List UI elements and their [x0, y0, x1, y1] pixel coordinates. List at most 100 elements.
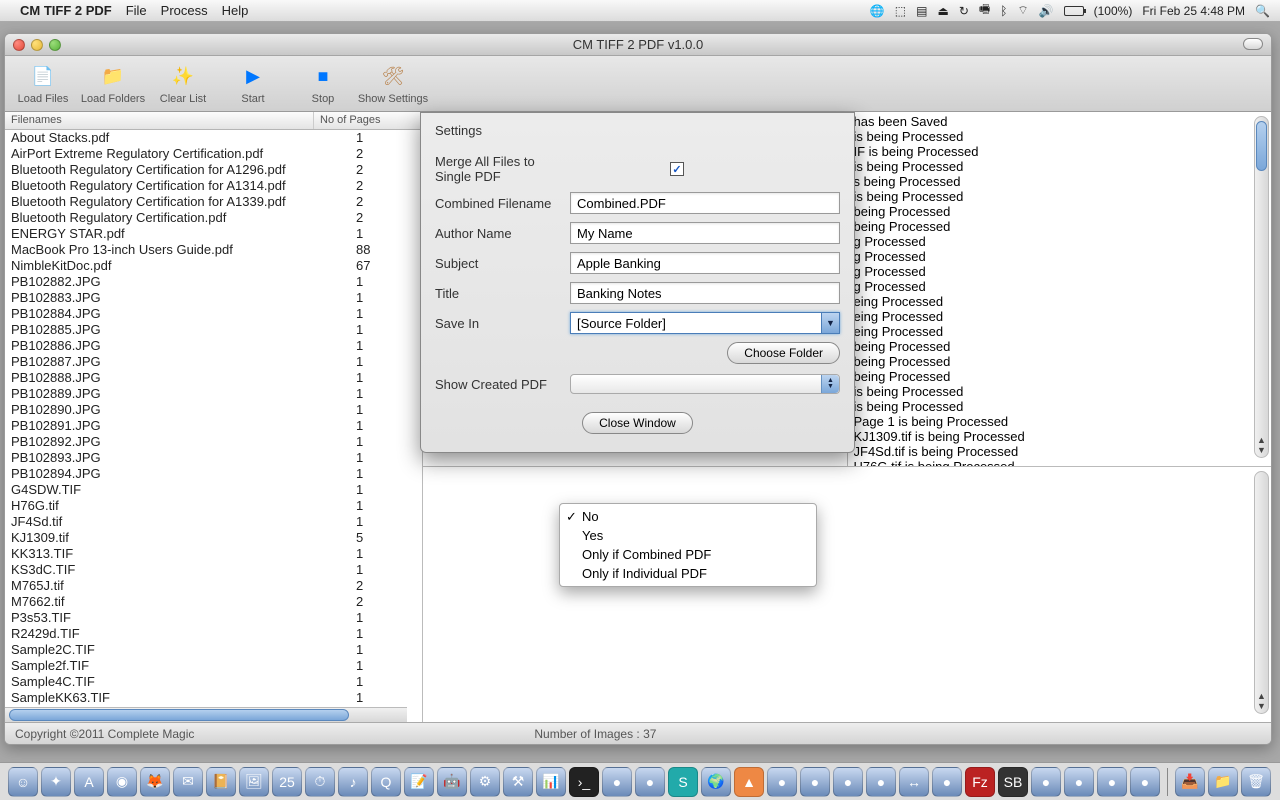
menu-help[interactable]: Help: [222, 3, 249, 18]
dock-dashboard[interactable]: ◉: [107, 767, 137, 797]
volume-icon[interactable]: 🔊: [1039, 4, 1054, 18]
table-row[interactable]: Sample4C.TIF1: [5, 674, 422, 690]
menu-option[interactable]: No: [560, 507, 816, 526]
clear-list-button[interactable]: ✨ Clear List: [151, 60, 215, 105]
dock-mail[interactable]: ✉: [173, 767, 203, 797]
list-item[interactable]: JF4Sd.tif is being Processed: [854, 444, 1254, 459]
dock-quicktime[interactable]: Q: [371, 767, 401, 797]
list-item[interactable]: being Processed: [854, 219, 1254, 234]
list-item[interactable]: eing Processed: [854, 324, 1254, 339]
list-item[interactable]: Page 1 is being Processed: [854, 414, 1254, 429]
table-row[interactable]: G4SDW.TIF1: [5, 482, 422, 498]
list-item[interactable]: g Processed: [854, 249, 1254, 264]
bluetooth-icon[interactable]: ᛒ: [1000, 4, 1007, 18]
menu-option[interactable]: Only if Combined PDF: [560, 545, 816, 564]
table-row[interactable]: SampleKK63.TIF1: [5, 690, 422, 706]
table-row[interactable]: KJ1309.tif5: [5, 530, 422, 546]
dock-preview[interactable]: 🖼: [239, 767, 269, 797]
dock-app2[interactable]: ●: [635, 767, 665, 797]
table-row[interactable]: Bluetooth Regulatory Certification for A…: [5, 162, 422, 178]
table-row[interactable]: PB102882.JPG1: [5, 274, 422, 290]
start-button[interactable]: ▶ Start: [221, 60, 285, 105]
table-row[interactable]: Sample2f.TIF1: [5, 658, 422, 674]
list-item[interactable]: is being Processed: [854, 129, 1254, 144]
list-item[interactable]: eing Processed: [854, 309, 1254, 324]
table-row[interactable]: P3s53.TIF1: [5, 610, 422, 626]
log-list[interactable]: has been Savedis being ProcessedIF is be…: [848, 112, 1272, 466]
preview-scrollbar[interactable]: ▲▼: [1254, 471, 1269, 714]
table-row[interactable]: Bluetooth Regulatory Certification for A…: [5, 178, 422, 194]
titlebar[interactable]: CM TIFF 2 PDF v1.0.0: [5, 34, 1271, 56]
dock-automator[interactable]: 🤖: [437, 767, 467, 797]
show-settings-button[interactable]: 🛠 Show Settings: [361, 60, 425, 105]
list-item[interactable]: is being Processed: [854, 189, 1254, 204]
table-row[interactable]: PB102889.JPG1: [5, 386, 422, 402]
dock-app1[interactable]: ●: [602, 767, 632, 797]
dock-vlc[interactable]: ▲: [734, 767, 764, 797]
table-row[interactable]: AirPort Extreme Regulatory Certification…: [5, 146, 422, 162]
table-row[interactable]: H76G.tif1: [5, 498, 422, 514]
display-icon[interactable]: ▤: [916, 4, 927, 18]
list-item[interactable]: is being Processed: [854, 399, 1254, 414]
dock-ical[interactable]: 25: [272, 767, 302, 797]
dock-downloads[interactable]: 📥: [1175, 767, 1205, 797]
stop-button[interactable]: ■ Stop: [291, 60, 355, 105]
dock-addressbook[interactable]: 📔: [206, 767, 236, 797]
table-row[interactable]: M765J.tif2: [5, 578, 422, 594]
table-row[interactable]: PB102883.JPG1: [5, 290, 422, 306]
list-item[interactable]: H76G.tif is being Processed: [854, 459, 1254, 466]
dock-filezilla[interactable]: Fz: [965, 767, 995, 797]
table-row[interactable]: Bluetooth Regulatory Certification for A…: [5, 194, 422, 210]
table-row[interactable]: PB102888.JPG1: [5, 370, 422, 386]
menu-option[interactable]: Yes: [560, 526, 816, 545]
table-row[interactable]: KS3dC.TIF1: [5, 562, 422, 578]
list-item[interactable]: g Processed: [854, 279, 1254, 294]
file-list-headers[interactable]: Filenames No of Pages: [5, 112, 422, 130]
list-item[interactable]: g Processed: [854, 264, 1254, 279]
menu-option[interactable]: Only if Individual PDF: [560, 564, 816, 583]
spotlight-icon[interactable]: 🔍: [1255, 4, 1270, 18]
app-menu-name[interactable]: CM TIFF 2 PDF: [20, 3, 112, 18]
dock-teamviewer[interactable]: ↔: [899, 767, 929, 797]
table-row[interactable]: PB102887.JPG1: [5, 354, 422, 370]
table-row[interactable]: M7662.tif2: [5, 594, 422, 610]
table-row[interactable]: KK313.TIF1: [5, 546, 422, 562]
author-field[interactable]: [570, 222, 840, 244]
dock-app4[interactable]: ●: [800, 767, 830, 797]
battery-icon[interactable]: [1064, 6, 1084, 16]
list-item[interactable]: IF is being Processed: [854, 144, 1254, 159]
table-row[interactable]: ENERGY STAR.pdf1: [5, 226, 422, 242]
dock-itunes[interactable]: ♪: [338, 767, 368, 797]
dock-safari[interactable]: ✦: [41, 767, 71, 797]
dock-terminal[interactable]: ›_: [569, 767, 599, 797]
dock-app8[interactable]: SB: [998, 767, 1028, 797]
list-item[interactable]: has been Saved: [854, 114, 1254, 129]
col-filenames[interactable]: Filenames: [5, 112, 314, 129]
list-item[interactable]: being Processed: [854, 354, 1254, 369]
dropbox-icon[interactable]: ⬚: [895, 4, 906, 18]
horizontal-scrollbar[interactable]: [5, 707, 407, 722]
toolbar-toggle-button[interactable]: [1243, 38, 1263, 50]
timemachine-icon[interactable]: ↻: [959, 4, 969, 18]
table-row[interactable]: PB102893.JPG1: [5, 450, 422, 466]
menu-process[interactable]: Process: [161, 3, 208, 18]
dock-firefox[interactable]: 🦊: [140, 767, 170, 797]
dock-app10[interactable]: ●: [1064, 767, 1094, 797]
dock-app6[interactable]: ●: [866, 767, 896, 797]
list-item[interactable]: g Processed: [854, 234, 1254, 249]
log-scrollbar[interactable]: ▲▼: [1254, 116, 1269, 458]
dock-app7[interactable]: ●: [932, 767, 962, 797]
close-window-button[interactable]: Close Window: [582, 412, 693, 434]
dock-finder[interactable]: ☺: [8, 767, 38, 797]
table-row[interactable]: PB102894.JPG1: [5, 466, 422, 482]
file-list[interactable]: About Stacks.pdf1AirPort Extreme Regulat…: [5, 130, 422, 722]
wifi-icon[interactable]: ⌔: [1017, 3, 1028, 18]
title-field[interactable]: [570, 282, 840, 304]
table-row[interactable]: PB102891.JPG1: [5, 418, 422, 434]
savein-combo[interactable]: [Source Folder] ▼: [570, 312, 840, 334]
list-item[interactable]: KJ1309.tif is being Processed: [854, 429, 1254, 444]
dock-textedit[interactable]: 📝: [404, 767, 434, 797]
list-item[interactable]: is being Processed: [854, 384, 1254, 399]
dock-appstore[interactable]: A: [74, 767, 104, 797]
table-row[interactable]: PB102884.JPG1: [5, 306, 422, 322]
